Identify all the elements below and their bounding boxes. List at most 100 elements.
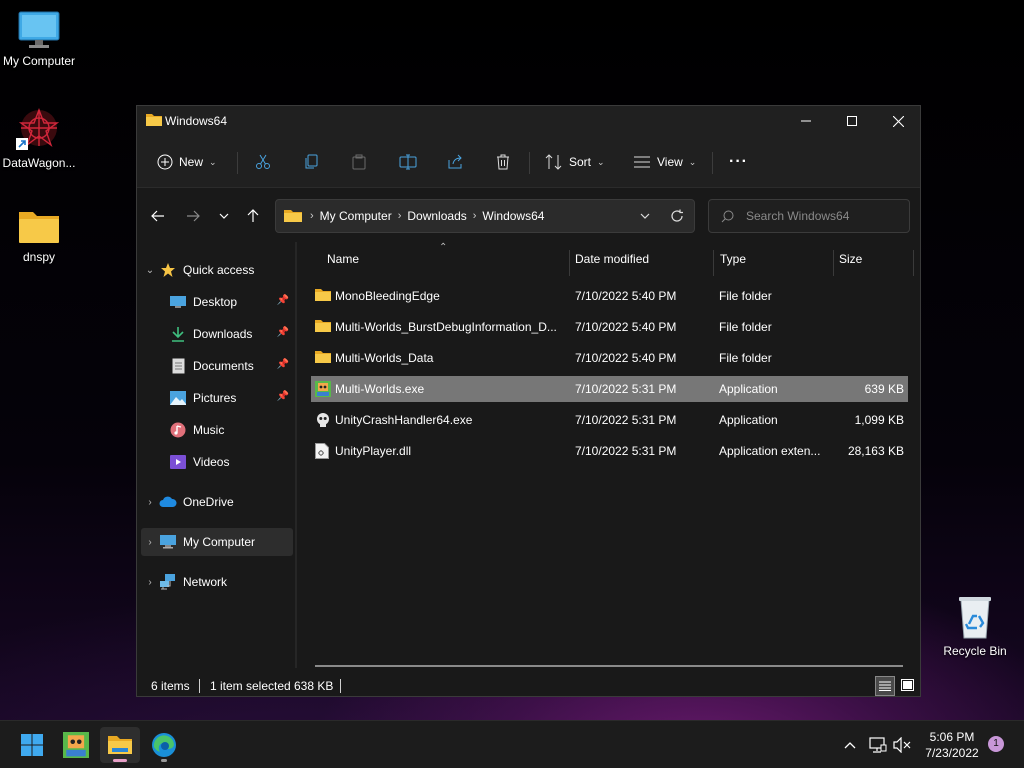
file-row-selected[interactable]: Multi-Worlds.exe 7/10/2022 5:31 PM Appli… bbox=[311, 376, 908, 402]
nav-quick-access[interactable]: ⌄ Quick access bbox=[141, 256, 293, 284]
delete-button[interactable] bbox=[495, 150, 511, 174]
chevron-right-icon[interactable]: › bbox=[141, 577, 159, 588]
back-button[interactable] bbox=[146, 204, 170, 228]
column-divider[interactable] bbox=[713, 250, 714, 276]
more-icon: ··· bbox=[729, 153, 748, 170]
cut-button[interactable] bbox=[255, 150, 271, 174]
desktop-icon-datawagon[interactable]: DataWagon... bbox=[0, 108, 81, 170]
up-button[interactable] bbox=[241, 204, 265, 228]
title-bar[interactable]: Windows64 bbox=[137, 106, 920, 136]
column-header-size[interactable]: Size bbox=[839, 252, 913, 276]
chevron-right-icon[interactable]: › bbox=[141, 537, 159, 548]
search-input[interactable]: Search Windows64 bbox=[708, 199, 910, 233]
breadcrumb-downloads[interactable]: Downloads bbox=[407, 209, 466, 223]
file-row[interactable]: UnityPlayer.dll 7/10/2022 5:31 PM Applic… bbox=[311, 438, 908, 464]
share-button[interactable] bbox=[447, 150, 463, 174]
folder-icon bbox=[315, 351, 331, 363]
forward-button[interactable] bbox=[181, 204, 205, 228]
address-bar[interactable]: › My Computer › Downloads › Windows64 bbox=[275, 199, 695, 233]
desktop-icon-my-computer[interactable]: My Computer bbox=[0, 10, 81, 68]
pin-icon[interactable]: 📌 bbox=[277, 327, 289, 338]
minimize-button[interactable] bbox=[783, 106, 829, 136]
maximize-icon bbox=[847, 116, 857, 126]
refresh-icon[interactable] bbox=[670, 209, 684, 223]
column-header-date[interactable]: Date modified bbox=[575, 252, 711, 276]
column-header-type[interactable]: Type bbox=[720, 252, 830, 276]
maximize-button[interactable] bbox=[829, 106, 875, 136]
network-status-button[interactable] bbox=[868, 735, 888, 755]
breadcrumb-windows64[interactable]: Windows64 bbox=[482, 209, 544, 223]
desktop-icon-label: DataWagon... bbox=[2, 156, 76, 170]
file-name: UnityCrashHandler64.exe bbox=[335, 413, 473, 427]
new-label: New bbox=[179, 155, 204, 169]
view-button[interactable]: View ⌄ bbox=[633, 150, 696, 174]
nav-item-desktop[interactable]: Desktop 📌 bbox=[169, 288, 293, 316]
file-row[interactable]: Multi-Worlds_Data 7/10/2022 5:40 PM File… bbox=[311, 345, 908, 371]
close-button[interactable] bbox=[875, 106, 921, 136]
more-options-button[interactable]: ··· bbox=[729, 150, 748, 174]
file-name: Multi-Worlds_Data bbox=[335, 351, 434, 365]
clock-date: 7/23/2022 bbox=[925, 746, 979, 760]
file-list: ⌃ Name Date modified Type Size MonoBleed… bbox=[299, 242, 922, 668]
details-view-button[interactable] bbox=[875, 676, 895, 696]
tiles-view-button[interactable] bbox=[899, 677, 915, 693]
pin-icon[interactable]: 📌 bbox=[277, 391, 289, 402]
start-button[interactable] bbox=[12, 727, 52, 763]
desktop-icon-dnspy[interactable]: dnspy bbox=[0, 206, 81, 264]
file-name: Multi-Worlds_BurstDebugInformation_D... bbox=[335, 320, 557, 334]
network-icon bbox=[159, 574, 177, 590]
nav-item-downloads[interactable]: Downloads 📌 bbox=[169, 320, 293, 348]
desktop-icon-label: My Computer bbox=[2, 54, 76, 68]
copy-button[interactable] bbox=[303, 150, 319, 174]
column-divider[interactable] bbox=[833, 250, 834, 276]
rename-button[interactable] bbox=[399, 150, 417, 174]
column-header-label: Size bbox=[839, 252, 863, 266]
clock[interactable]: 5:06 PM 7/23/2022 bbox=[914, 729, 990, 761]
file-type: File folder bbox=[719, 289, 772, 303]
pin-icon[interactable]: 📌 bbox=[277, 295, 289, 306]
file-row[interactable]: MonoBleedingEdge 7/10/2022 5:40 PM File … bbox=[311, 283, 908, 309]
horizontal-scrollbar[interactable] bbox=[315, 665, 903, 667]
desktop-icon-label: Recycle Bin bbox=[943, 644, 1007, 658]
nav-item-videos[interactable]: Videos bbox=[169, 448, 293, 476]
nav-label: Videos bbox=[193, 455, 230, 469]
chevron-down-icon[interactable]: ⌄ bbox=[141, 265, 159, 276]
file-row[interactable]: Multi-Worlds_BurstDebugInformation_D... … bbox=[311, 314, 908, 340]
file-name: Multi-Worlds.exe bbox=[335, 382, 425, 396]
column-header-label: Type bbox=[720, 252, 747, 266]
active-indicator bbox=[113, 759, 127, 762]
pin-icon[interactable]: 📌 bbox=[277, 359, 289, 370]
nav-item-onedrive[interactable]: › OneDrive bbox=[141, 488, 293, 516]
sort-button[interactable]: Sort ⌄ bbox=[545, 150, 605, 174]
nav-item-music[interactable]: Music bbox=[169, 416, 293, 444]
file-date: 7/10/2022 5:31 PM bbox=[575, 382, 677, 396]
paste-button[interactable] bbox=[351, 150, 367, 174]
nav-item-pictures[interactable]: Pictures 📌 bbox=[169, 384, 293, 412]
nav-item-network[interactable]: › Network bbox=[141, 568, 293, 596]
chevron-right-icon[interactable]: › bbox=[141, 497, 159, 508]
nav-item-my-computer[interactable]: › My Computer bbox=[141, 528, 293, 556]
desktop-icon-recycle-bin[interactable]: Recycle Bin bbox=[933, 594, 1017, 658]
column-divider[interactable] bbox=[569, 250, 570, 276]
cloud-icon bbox=[159, 494, 177, 510]
show-hidden-icons-button[interactable] bbox=[840, 735, 860, 755]
edge-icon bbox=[152, 733, 176, 757]
taskbar-edge[interactable] bbox=[144, 727, 184, 763]
column-header-name[interactable]: Name bbox=[327, 252, 569, 276]
notification-badge[interactable]: 1 bbox=[988, 736, 1004, 752]
chevron-down-icon[interactable] bbox=[640, 213, 650, 219]
volume-button[interactable] bbox=[892, 735, 912, 755]
recent-locations-button[interactable] bbox=[212, 204, 236, 228]
file-row[interactable]: UnityCrashHandler64.exe 7/10/2022 5:31 P… bbox=[311, 407, 908, 433]
windows-logo-icon bbox=[21, 734, 43, 756]
taskbar-file-explorer[interactable] bbox=[100, 727, 140, 763]
new-button[interactable]: New ⌄ bbox=[157, 150, 217, 174]
taskbar-game-app[interactable] bbox=[56, 727, 96, 763]
column-divider[interactable] bbox=[913, 250, 914, 276]
status-divider bbox=[340, 679, 341, 693]
nav-item-documents[interactable]: Documents 📌 bbox=[169, 352, 293, 380]
breadcrumb-my-computer[interactable]: My Computer bbox=[320, 209, 392, 223]
pane-divider[interactable] bbox=[295, 242, 297, 668]
folder-icon bbox=[146, 114, 162, 126]
chevron-down-icon: ⌄ bbox=[209, 156, 217, 167]
